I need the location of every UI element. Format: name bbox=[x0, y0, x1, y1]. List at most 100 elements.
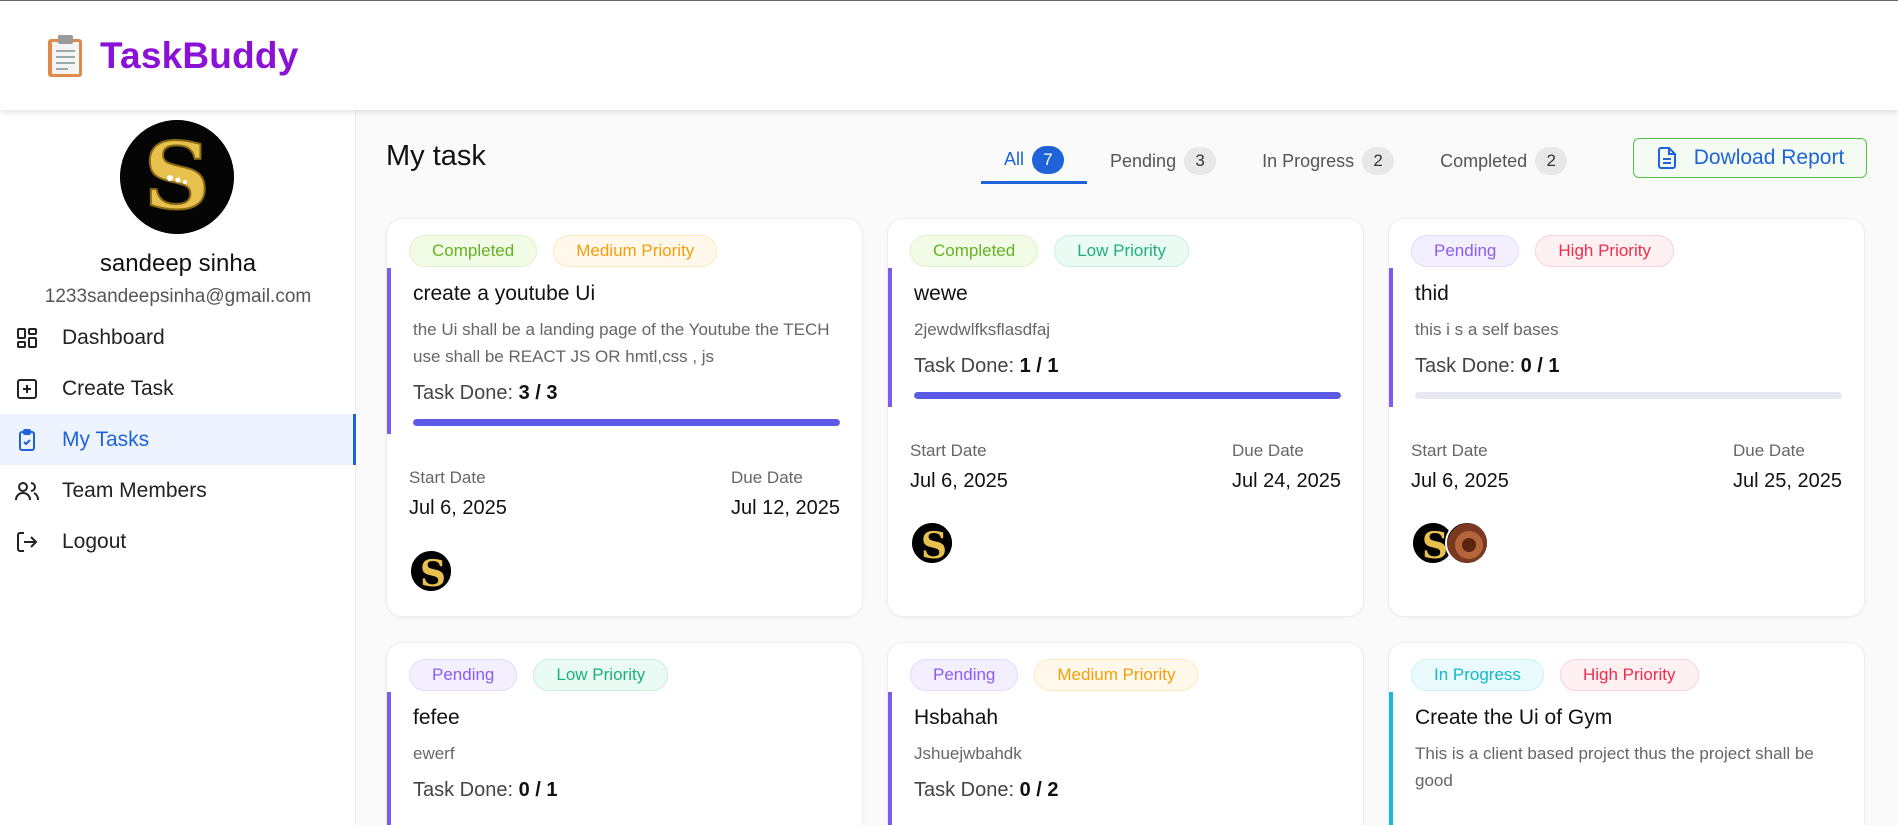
start-date: Jul 6, 2025 bbox=[1411, 470, 1509, 492]
plus-square-icon bbox=[14, 376, 40, 402]
download-report-button[interactable]: Dowload Report bbox=[1633, 138, 1867, 178]
task-card[interactable]: Pending High Priority thid this i s a se… bbox=[1388, 218, 1865, 617]
status-badge: Pending bbox=[1411, 235, 1520, 267]
clipboard-icon bbox=[46, 33, 86, 79]
tab-count: 3 bbox=[1184, 147, 1217, 175]
tab-label: In Progress bbox=[1262, 150, 1355, 171]
tab-count: 7 bbox=[1032, 145, 1065, 174]
member-avatar: S bbox=[409, 549, 453, 593]
task-done-label: Task Done: bbox=[914, 355, 1015, 377]
tab-count: 2 bbox=[1535, 147, 1568, 175]
user-email: 1233sandeepsinha@gmail.com bbox=[44, 286, 312, 307]
task-done-label: Task Done: bbox=[1415, 355, 1516, 377]
sidebar-item-label: Dashboard bbox=[62, 325, 165, 349]
member-avatar: S bbox=[910, 521, 954, 565]
task-done: Task Done: 0 / 1 bbox=[1415, 355, 1842, 378]
task-description: 2jewdwlfksflasdfaj bbox=[914, 320, 1051, 339]
due-date-label: Due Date bbox=[1733, 441, 1805, 460]
progress-bar bbox=[413, 419, 840, 426]
task-done-count: 0 / 1 bbox=[1520, 355, 1560, 377]
member-avatar bbox=[1445, 521, 1489, 565]
progress-bar bbox=[914, 392, 1341, 399]
svg-text:S: S bbox=[144, 122, 210, 230]
status-badge: In Progress bbox=[1411, 659, 1544, 691]
task-description: This is a client based project thus the … bbox=[1415, 744, 1814, 790]
task-done: Task Done: 1 / 1 bbox=[914, 355, 1341, 378]
sidebar-item-dashboard[interactable]: Dashboard bbox=[0, 312, 356, 363]
task-title: thid bbox=[1415, 282, 1449, 305]
task-title: Create the Ui of Gym bbox=[1415, 706, 1613, 729]
task-description: this i s a self bases bbox=[1415, 320, 1559, 339]
progress-fill bbox=[914, 392, 1341, 399]
sidebar-item-label: My Tasks bbox=[62, 427, 150, 451]
task-done: Task Done: 0 / 2 bbox=[914, 779, 1341, 802]
status-badge: Completed bbox=[409, 235, 538, 267]
tab-all[interactable]: All 7 bbox=[981, 138, 1088, 184]
tab-count: 2 bbox=[1362, 147, 1395, 175]
priority-badge: Low Priority bbox=[533, 659, 669, 691]
task-done-label: Task Done: bbox=[413, 779, 514, 801]
task-title: create a youtube Ui bbox=[413, 282, 596, 305]
tab-pending[interactable]: Pending 3 bbox=[1087, 138, 1239, 184]
task-title: fefee bbox=[413, 706, 460, 729]
start-date-label: Start Date bbox=[1411, 441, 1488, 460]
tab-label: Completed bbox=[1440, 150, 1528, 171]
users-icon bbox=[14, 478, 40, 504]
priority-badge: High Priority bbox=[1559, 659, 1699, 691]
task-done-count: 3 / 3 bbox=[518, 382, 558, 404]
status-badge: Pending bbox=[409, 659, 518, 691]
progress-bar bbox=[1415, 392, 1842, 399]
task-done-label: Task Done: bbox=[413, 382, 514, 404]
start-date: Jul 6, 2025 bbox=[409, 497, 507, 519]
due-date: Jul 25, 2025 bbox=[1733, 470, 1842, 492]
task-card[interactable]: Completed Low Priority wewe 2jewdwlfksfl… bbox=[887, 218, 1364, 617]
tab-label: All bbox=[1004, 149, 1025, 169]
svg-text:S: S bbox=[420, 553, 446, 593]
sidebar-item-team-members[interactable]: Team Members bbox=[0, 465, 356, 516]
task-done: Task Done: 3 / 3 bbox=[413, 382, 840, 405]
status-tabs: All 7 Pending 3 In Progress 2 Completed … bbox=[981, 138, 1590, 184]
due-date-label: Due Date bbox=[731, 468, 803, 487]
svg-text:S: S bbox=[921, 525, 947, 565]
task-card[interactable]: In Progress High Priority Create the Ui … bbox=[1388, 642, 1865, 825]
profile-avatar: S bbox=[120, 120, 234, 234]
brand-name[interactable]: TaskBuddy bbox=[100, 35, 299, 77]
sidebar: S sandeep sinha 1233sandeepsinha@gmail.c… bbox=[0, 110, 356, 825]
sidebar-item-label: Logout bbox=[62, 529, 127, 553]
sidebar-nav: Dashboard Create Task My Tasks Team Memb… bbox=[0, 312, 356, 567]
task-done-count: 0 / 2 bbox=[1019, 779, 1059, 801]
due-date-label: Due Date bbox=[1232, 441, 1304, 460]
priority-badge: High Priority bbox=[1535, 235, 1674, 267]
priority-badge: Medium Priority bbox=[553, 235, 718, 267]
task-done-count: 1 / 1 bbox=[1019, 355, 1059, 377]
progress-fill bbox=[413, 419, 840, 426]
status-badge: Pending bbox=[910, 659, 1019, 691]
start-date-label: Start Date bbox=[409, 468, 486, 487]
logout-icon bbox=[14, 529, 40, 555]
sidebar-item-create-task[interactable]: Create Task bbox=[0, 363, 356, 414]
tab-completed[interactable]: Completed 2 bbox=[1417, 138, 1590, 184]
sidebar-item-logout[interactable]: Logout bbox=[0, 516, 356, 567]
tab-in-progress[interactable]: In Progress 2 bbox=[1239, 138, 1417, 184]
sidebar-item-label: Team Members bbox=[62, 478, 207, 502]
sidebar-item-my-tasks[interactable]: My Tasks bbox=[0, 414, 356, 465]
tab-label: Pending bbox=[1110, 150, 1177, 171]
task-description: Jshuejwbahdk bbox=[914, 744, 1022, 763]
main-content: My task All 7 Pending 3 In Progress 2 Co… bbox=[356, 110, 1898, 825]
task-done-count: 0 / 1 bbox=[518, 779, 558, 801]
priority-badge: Medium Priority bbox=[1034, 659, 1199, 691]
task-done-label: Task Done: bbox=[914, 779, 1015, 801]
task-title: wewe bbox=[914, 282, 968, 305]
task-card[interactable]: Pending Low Priority fefee ewerf Task Do… bbox=[386, 642, 863, 825]
sidebar-item-label: Create Task bbox=[62, 376, 174, 400]
task-description: ewerf bbox=[413, 744, 455, 763]
download-report-label: Dowload Report bbox=[1693, 146, 1845, 169]
task-card[interactable]: Completed Medium Priority create a youtu… bbox=[386, 218, 863, 617]
due-date: Jul 12, 2025 bbox=[731, 497, 840, 519]
page-title: My task bbox=[386, 140, 486, 172]
user-name: sandeep sinha bbox=[99, 250, 257, 277]
file-text-icon bbox=[1656, 146, 1678, 170]
task-card[interactable]: Pending Medium Priority Hsbahah Jshuejwb… bbox=[887, 642, 1364, 825]
dashboard-icon bbox=[14, 325, 40, 351]
due-date: Jul 24, 2025 bbox=[1232, 470, 1341, 492]
